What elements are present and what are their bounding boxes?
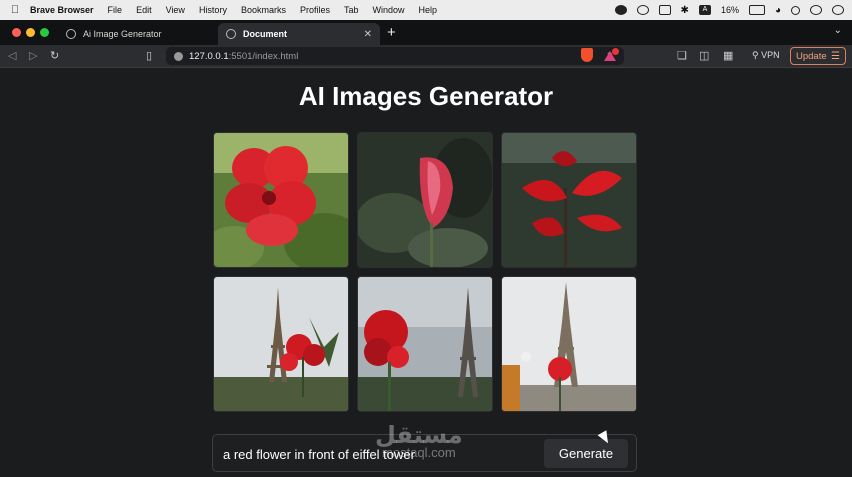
tab-ai-image-generator[interactable]: Ai Image Generator — [58, 23, 216, 45]
generated-image[interactable] — [357, 132, 493, 268]
record-icon[interactable] — [614, 5, 627, 15]
menu-app-name[interactable]: Brave Browser — [30, 5, 94, 15]
sidebar-icon[interactable]: ◫ — [699, 49, 709, 62]
control-center-icon[interactable] — [810, 5, 822, 15]
vpn-button[interactable]: ⚲ VPN — [752, 50, 780, 61]
flower-eiffel-image — [502, 277, 636, 411]
tab-label: Ai Image Generator — [83, 29, 162, 39]
update-button[interactable]: Update ☰ — [790, 47, 846, 65]
flower-eiffel-image — [358, 277, 492, 411]
generated-image[interactable] — [213, 132, 349, 268]
reload-button[interactable]: ↻ — [50, 49, 59, 62]
extensions-icon[interactable]: ❏ — [677, 49, 687, 62]
url-path: :5501/index.html — [228, 50, 299, 62]
generated-image[interactable] — [357, 276, 493, 412]
red-flower-image — [502, 133, 636, 267]
page-content: AI Images Generator a red flower in fron… — [0, 69, 852, 477]
menu-history[interactable]: History — [199, 5, 227, 15]
menu-icon[interactable]: ☰ — [831, 51, 840, 62]
macos-menu-bar:  Brave Browser File Edit View History B… — [0, 0, 852, 20]
site-info-icon[interactable] — [174, 51, 183, 61]
globe-icon — [226, 29, 236, 39]
address-bar[interactable]: 127.0.0.1:5501/index.html ⇧ — [166, 47, 624, 65]
generated-image[interactable] — [501, 132, 637, 268]
menu-view[interactable]: View — [166, 5, 185, 15]
close-tab-icon[interactable]: ✕ — [364, 29, 372, 40]
red-flower-image — [358, 133, 492, 267]
close-window-button[interactable] — [12, 28, 21, 37]
watermark-latin: mostaql.com — [382, 445, 456, 460]
search-icon[interactable] — [791, 5, 800, 15]
menu-file[interactable]: File — [108, 5, 123, 15]
generate-button[interactable]: Generate — [544, 439, 628, 468]
wifi-icon[interactable]: ◕ — [775, 5, 781, 16]
menu-window[interactable]: Window — [373, 5, 405, 15]
watermark: مستقل mostaql.com — [375, 421, 463, 460]
generated-image[interactable] — [501, 276, 637, 412]
bookmark-icon[interactable]: ▯ — [146, 49, 152, 62]
menu-profiles[interactable]: Profiles — [300, 5, 330, 15]
screens-icon[interactable] — [658, 5, 671, 15]
vpn-label: VPN — [761, 50, 780, 60]
vpn-icon: ⚲ — [752, 50, 762, 60]
globe-icon — [66, 29, 76, 39]
zoom-window-button[interactable] — [40, 28, 49, 37]
apple-icon[interactable]:  — [0, 4, 30, 16]
wallet-icon[interactable]: ▦ — [723, 49, 733, 62]
minimize-window-button[interactable] — [26, 28, 35, 37]
tab-document[interactable]: Document ✕ — [218, 23, 380, 45]
tab-label: Document — [243, 29, 288, 39]
forward-button[interactable]: ▷ — [29, 49, 37, 62]
rewards-badge — [612, 48, 619, 55]
clock-icon[interactable] — [832, 5, 844, 15]
menu-help[interactable]: Help — [419, 5, 438, 15]
menu-tab[interactable]: Tab — [344, 5, 359, 15]
red-flower-image — [214, 133, 348, 267]
battery-percent: 16% — [720, 5, 739, 15]
menu-bookmarks[interactable]: Bookmarks — [241, 5, 286, 15]
update-label: Update — [796, 50, 827, 62]
brave-rewards-icon[interactable] — [604, 48, 619, 61]
input-source-icon[interactable]: A — [698, 5, 711, 15]
bluetooth-icon[interactable]: ✱ — [681, 5, 689, 16]
url-host: 127.0.0.1 — [189, 50, 229, 62]
tab-bar: Ai Image Generator Document ✕ — [0, 20, 852, 45]
brave-shields-icon[interactable] — [581, 48, 593, 62]
generated-image[interactable] — [213, 276, 349, 412]
battery-icon[interactable] — [748, 5, 765, 15]
gear-icon[interactable] — [636, 5, 649, 15]
browser-toolbar: ◁ ▷ ↻ ▯ 127.0.0.1:5501/index.html ⇧ ❏ ◫ … — [0, 45, 852, 68]
flower-eiffel-image — [214, 277, 348, 411]
page-title: AI Images Generator — [298, 81, 554, 111]
menu-edit[interactable]: Edit — [136, 5, 152, 15]
back-button[interactable]: ◁ — [8, 49, 16, 62]
chevron-down-icon[interactable]: ⌄ — [834, 25, 842, 36]
new-tab-button[interactable]: + — [387, 24, 396, 41]
